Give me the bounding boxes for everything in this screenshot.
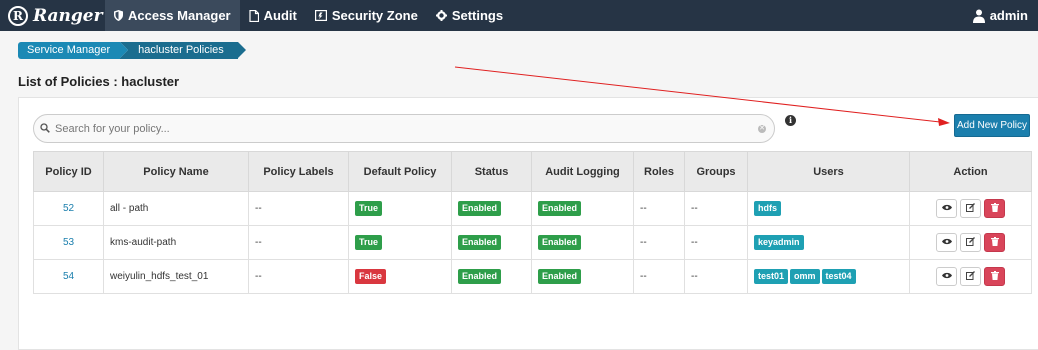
- policy-name: kms-audit-path: [103, 225, 249, 260]
- edit-icon: [966, 202, 975, 215]
- edit-policy-button[interactable]: [960, 199, 981, 218]
- file-icon: [249, 9, 259, 22]
- default-policy-badge: True: [355, 201, 383, 216]
- default-policy-badge: True: [355, 235, 383, 250]
- info-icon[interactable]: i: [785, 115, 796, 126]
- row-actions: [910, 233, 1031, 252]
- default-policy-badge: False: [355, 269, 387, 284]
- search-input[interactable]: [55, 122, 758, 135]
- policy-id-link[interactable]: 52: [63, 203, 74, 214]
- policy-labels: --: [248, 191, 349, 226]
- nav-audit-label: Audit: [263, 8, 297, 23]
- policy-name: all - path: [103, 191, 249, 226]
- nav-security-zone-label: Security Zone: [331, 8, 418, 23]
- users-cell: keyadmin: [747, 225, 910, 260]
- table-header-row: Policy ID Policy Name Policy Labels Defa…: [33, 151, 1032, 192]
- user-badge: keyadmin: [754, 235, 804, 250]
- search-box[interactable]: ✕: [33, 114, 775, 143]
- top-navbar: R Ranger Access Manager Audit Security Z…: [0, 0, 1038, 31]
- status-badge: Enabled: [458, 201, 502, 216]
- policy-id-link[interactable]: 54: [63, 271, 74, 282]
- header-policy-labels: Policy Labels: [248, 151, 349, 192]
- page-title: List of Policies : hacluster: [18, 74, 180, 89]
- breadcrumb: Service Manager hacluster Policies: [18, 42, 246, 59]
- user-badge: test04: [821, 269, 856, 284]
- gear-icon: [435, 10, 447, 21]
- roles-cell: --: [633, 259, 685, 294]
- audit-logging-badge: Enabled: [538, 201, 582, 216]
- users-cell: hdfs: [747, 191, 910, 226]
- view-policy-button[interactable]: [936, 199, 957, 218]
- policy-labels: --: [248, 225, 349, 260]
- user-menu[interactable]: admin: [972, 0, 1038, 31]
- header-policy-name[interactable]: Policy Name: [103, 151, 249, 192]
- policy-labels: --: [248, 259, 349, 294]
- header-audit-logging: Audit Logging: [531, 151, 634, 192]
- nav-access-manager-label: Access Manager: [128, 8, 231, 23]
- eye-icon: [941, 237, 952, 248]
- view-policy-button[interactable]: [936, 233, 957, 252]
- groups-cell: --: [684, 225, 748, 260]
- brand-name: Ranger: [33, 5, 103, 26]
- edit-icon: [966, 270, 975, 283]
- breadcrumb-service-manager[interactable]: Service Manager: [18, 42, 129, 59]
- audit-logging-badge: Enabled: [538, 269, 582, 284]
- header-policy-id[interactable]: Policy ID: [33, 151, 104, 192]
- user-name: admin: [989, 8, 1028, 23]
- header-status: Status: [451, 151, 532, 192]
- nav-settings-label: Settings: [451, 8, 504, 23]
- table-row: 52 all - path -- True Enabled Enabled --…: [33, 191, 1032, 226]
- header-roles: Roles: [633, 151, 685, 192]
- user-badge: omm: [790, 269, 820, 284]
- eye-icon: [941, 203, 952, 214]
- policy-id-link[interactable]: 53: [63, 237, 74, 248]
- shield-icon: [114, 10, 123, 21]
- user-badge: test01: [754, 269, 789, 284]
- table-row: 54 weiyulin_hdfs_test_01 -- False Enable…: [33, 259, 1032, 294]
- edit-policy-button[interactable]: [960, 267, 981, 286]
- ranger-logo-icon: R: [8, 5, 28, 26]
- add-new-policy-button[interactable]: Add New Policy: [954, 114, 1030, 137]
- policy-name: weiyulin_hdfs_test_01: [103, 259, 249, 294]
- view-policy-button[interactable]: [936, 267, 957, 286]
- brand[interactable]: R Ranger: [0, 0, 105, 31]
- groups-cell: --: [684, 191, 748, 226]
- edit-policy-button[interactable]: [960, 233, 981, 252]
- delete-policy-button[interactable]: [984, 233, 1005, 252]
- search-icon: [40, 122, 50, 136]
- roles-cell: --: [633, 191, 685, 226]
- policies-panel: ✕ i Add New Policy Policy ID Policy Name…: [18, 97, 1038, 350]
- trash-icon: [990, 270, 999, 283]
- header-groups: Groups: [684, 151, 748, 192]
- table-row: 53 kms-audit-path -- True Enabled Enable…: [33, 225, 1032, 260]
- row-actions: [910, 199, 1031, 218]
- user-icon: [972, 9, 985, 23]
- trash-icon: [990, 202, 999, 215]
- clear-search-icon[interactable]: ✕: [758, 124, 766, 133]
- policies-table: Policy ID Policy Name Policy Labels Defa…: [33, 151, 1032, 294]
- status-badge: Enabled: [458, 269, 502, 284]
- status-badge: Enabled: [458, 235, 502, 250]
- zone-icon: [314, 10, 327, 21]
- groups-cell: --: [684, 259, 748, 294]
- nav-security-zone[interactable]: Security Zone: [306, 0, 427, 31]
- users-cell: test01 omm test04: [747, 259, 910, 294]
- audit-logging-badge: Enabled: [538, 235, 582, 250]
- user-badge: hdfs: [754, 201, 781, 216]
- header-action: Action: [909, 151, 1032, 192]
- nav-access-manager[interactable]: Access Manager: [105, 0, 240, 31]
- nav-audit[interactable]: Audit: [240, 0, 306, 31]
- eye-icon: [941, 271, 952, 282]
- breadcrumb-hacluster-policies[interactable]: hacluster Policies: [120, 42, 246, 59]
- edit-icon: [966, 236, 975, 249]
- header-default-policy: Default Policy: [348, 151, 452, 192]
- header-users: Users: [747, 151, 910, 192]
- roles-cell: --: [633, 225, 685, 260]
- nav-settings[interactable]: Settings: [427, 0, 512, 31]
- trash-icon: [990, 236, 999, 249]
- delete-policy-button[interactable]: [984, 199, 1005, 218]
- row-actions: [910, 267, 1031, 286]
- delete-policy-button[interactable]: [984, 267, 1005, 286]
